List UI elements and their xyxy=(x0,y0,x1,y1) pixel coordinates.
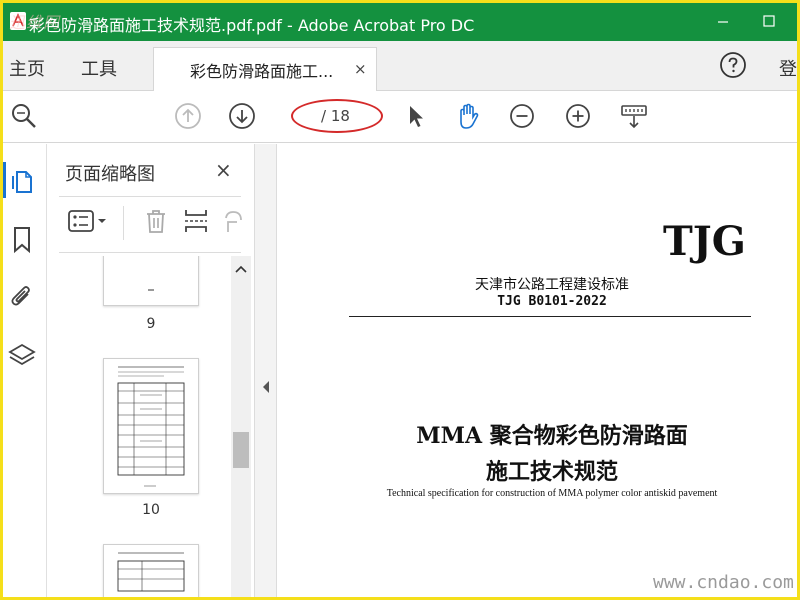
document-title-english: Technical specification for construction… xyxy=(386,488,718,499)
window-title: 彩色防滑路面施工技术规范.pdf.pdf - Adobe Acrobat Pro… xyxy=(29,16,475,35)
table-page-preview xyxy=(117,366,185,487)
page-number-label: 9 xyxy=(146,316,156,332)
left-rail xyxy=(3,144,47,597)
document-title-line2: 施工技术规范 xyxy=(485,459,618,485)
tab-document[interactable]: 彩色防滑路面施工... × xyxy=(153,47,377,91)
minimize-button[interactable] xyxy=(709,9,737,33)
divider xyxy=(59,252,241,253)
bookmark-icon[interactable] xyxy=(7,224,37,254)
tab-bar: 主页 工具 彩色防滑路面施工... × 登 xyxy=(3,41,797,91)
close-tab-button[interactable]: × xyxy=(354,60,367,78)
document-view: TJG 天津市公路工程建设标准 TJG B0101-2022 MMA 聚合物彩色… xyxy=(277,144,797,597)
horizontal-rule xyxy=(349,316,751,317)
site-watermark: www.cndao.com xyxy=(653,572,794,593)
page-thumbnail[interactable] xyxy=(103,256,199,306)
panel-title: 页面缩略图 xyxy=(65,164,155,185)
sign-in-button[interactable]: 登 xyxy=(779,55,797,81)
collapse-arrow-icon[interactable] xyxy=(261,380,271,394)
page-thumbnail[interactable] xyxy=(103,544,199,597)
hand-tool-icon[interactable] xyxy=(453,101,483,131)
page-display-icon[interactable] xyxy=(619,101,649,131)
select-arrow-icon[interactable] xyxy=(401,101,431,131)
page-thumbnails-icon[interactable] xyxy=(7,166,37,196)
title-bar: 迅维网 彩色防滑路面施工技术规范.pdf.pdf - Adobe Acrobat… xyxy=(3,3,797,41)
page-thumbnail[interactable] xyxy=(103,358,199,494)
zoom-in-icon[interactable] xyxy=(563,101,593,131)
tab-home[interactable]: 主页 xyxy=(9,55,45,81)
thumbnail-scrollbar[interactable] xyxy=(231,256,251,597)
options-menu-icon[interactable] xyxy=(67,206,111,236)
page-number-label: 10 xyxy=(142,502,160,518)
document-tab-label: 彩色防滑路面施工... xyxy=(190,62,334,81)
tab-tools[interactable]: 工具 xyxy=(81,55,117,81)
red-highlight-ellipse xyxy=(291,99,383,133)
divider xyxy=(59,196,241,197)
thumbnail-list: 9 10 xyxy=(47,256,227,597)
layers-icon[interactable] xyxy=(7,340,37,370)
scroll-up-icon[interactable] xyxy=(233,262,249,276)
document-title-line1: MMA 聚合物彩色防滑路面 xyxy=(416,423,688,449)
attachment-icon[interactable] xyxy=(7,282,37,312)
previous-page-icon[interactable] xyxy=(173,101,203,131)
panel-close-button[interactable]: × xyxy=(215,158,232,182)
thumbnails-panel: 页面缩略图 × 9 10 xyxy=(47,144,255,597)
toolbar: / 18 xyxy=(3,91,797,143)
insert-page-icon[interactable] xyxy=(181,206,211,236)
delete-icon[interactable] xyxy=(141,206,171,236)
toolbar-divider xyxy=(123,206,124,240)
table-page-preview xyxy=(117,552,185,592)
page-number-field[interactable]: / 18 xyxy=(291,99,383,133)
app-window: 迅维网 彩色防滑路面施工技术规范.pdf.pdf - Adobe Acrobat… xyxy=(3,3,797,597)
zoom-out-icon[interactable] xyxy=(507,101,537,131)
help-icon[interactable] xyxy=(719,51,747,79)
standard-code: TJG B0101-2022 xyxy=(497,294,607,309)
rotate-icon[interactable] xyxy=(219,206,249,236)
scrollbar-thumb[interactable] xyxy=(233,432,249,468)
search-icon[interactable] xyxy=(9,101,39,131)
standard-brand: TJG xyxy=(663,218,746,265)
active-indicator xyxy=(3,162,6,198)
maximize-button[interactable] xyxy=(755,9,783,33)
panel-collapse-strip[interactable] xyxy=(255,144,277,597)
standard-name: 天津市公路工程建设标准 xyxy=(475,277,629,293)
next-page-icon[interactable] xyxy=(227,101,257,131)
